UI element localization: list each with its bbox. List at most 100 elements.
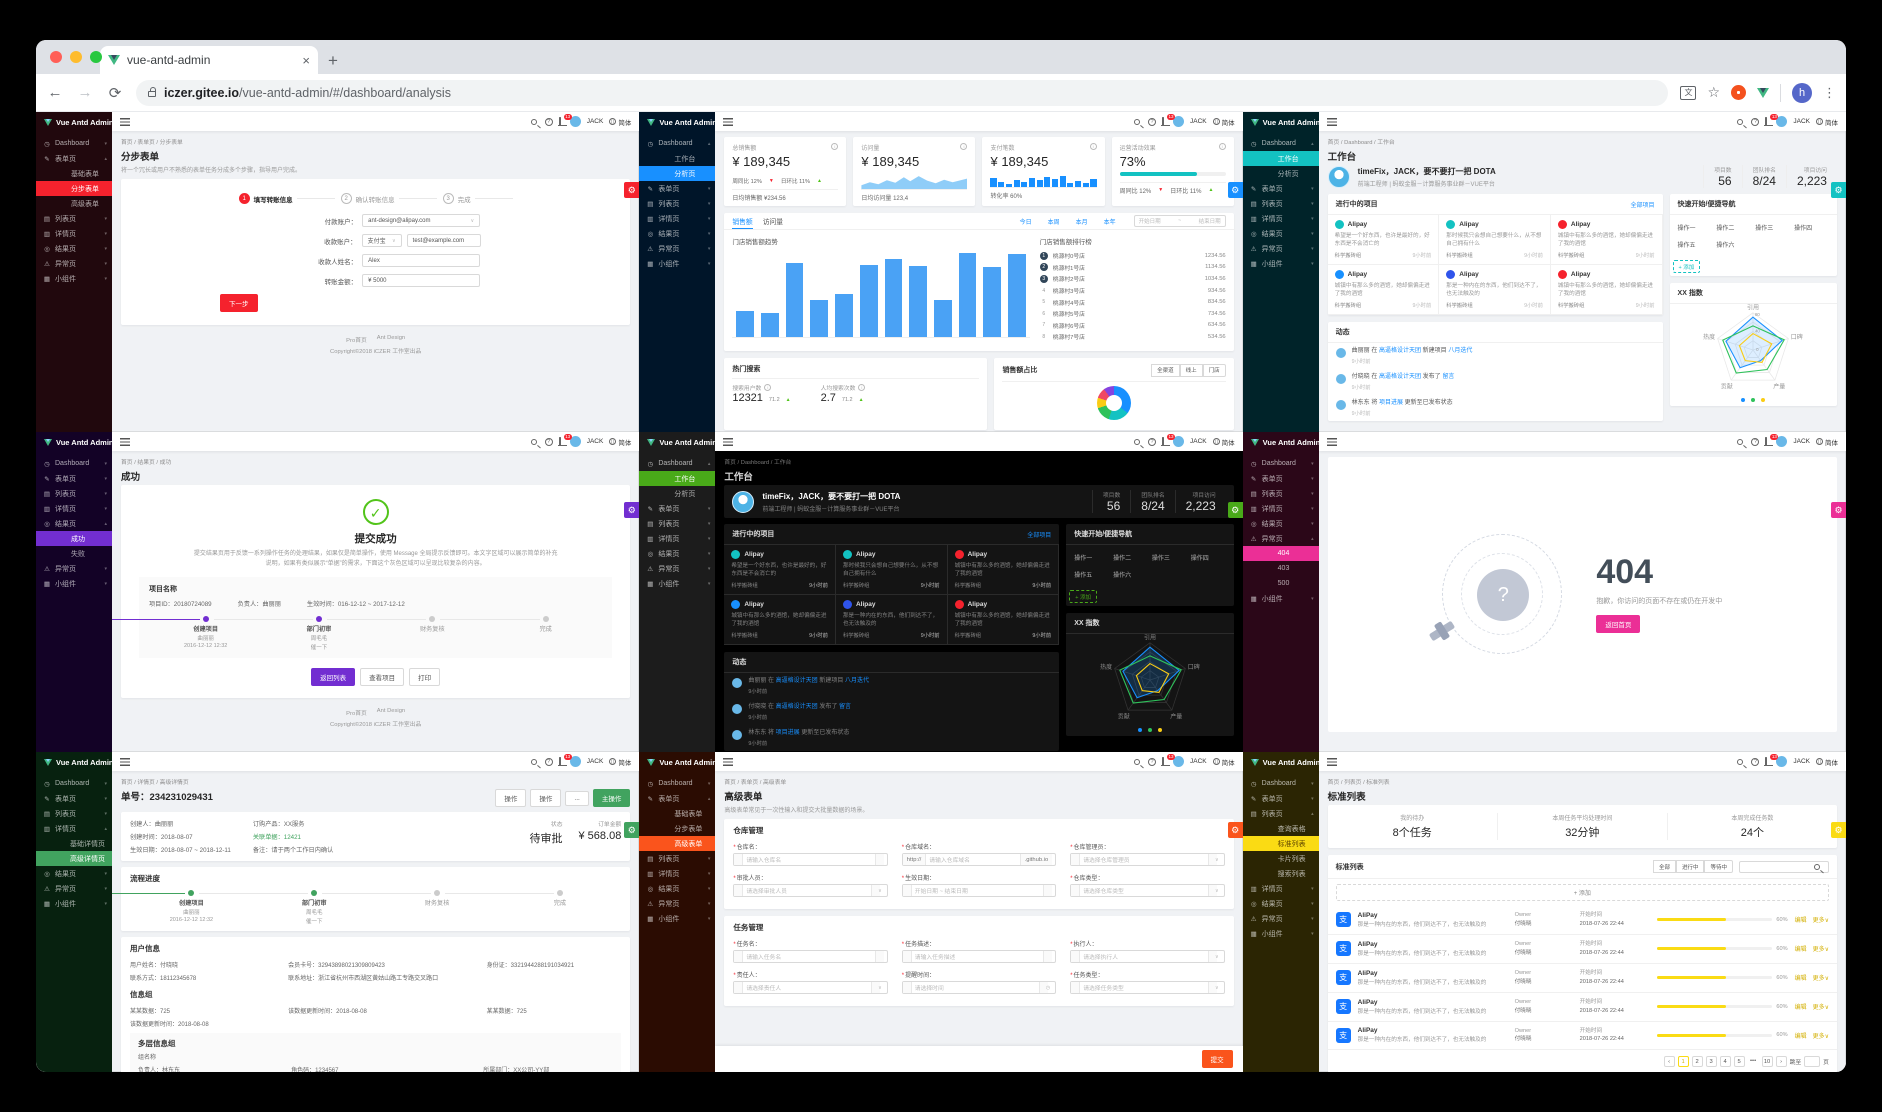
back-to-list-button[interactable]: 返回列表 — [311, 668, 356, 687]
user-avatar[interactable] — [1776, 756, 1788, 767]
close-tab-icon[interactable]: × — [302, 53, 310, 68]
user-avatar[interactable] — [1776, 116, 1788, 127]
window-controls[interactable] — [50, 51, 102, 63]
sidebar-menu-item[interactable]: ✎ 表单页 — [1243, 181, 1319, 196]
language-switch[interactable]: 简体 — [609, 437, 631, 447]
new-tab-button[interactable]: + — [328, 52, 338, 69]
sidebar-menu-item[interactable]: 高级表单 — [639, 836, 716, 851]
info-icon[interactable]: i — [960, 143, 968, 150]
help-icon[interactable]: ? — [544, 437, 553, 446]
username[interactable]: JACK — [1190, 118, 1207, 125]
language-switch[interactable]: 简体 — [1212, 117, 1235, 127]
step-detail[interactable]: 2016-12-12 12:32 — [149, 643, 262, 649]
sidebar-menu-item[interactable]: 基础详情页 — [36, 836, 112, 851]
language-switch[interactable]: 简体 — [1815, 437, 1838, 447]
sidebar-menu-item[interactable]: ✎ 表单页 — [1243, 471, 1319, 486]
project-team[interactable]: 科学搬砖组 — [955, 631, 982, 639]
add-nav-button[interactable]: + 添加 — [1672, 260, 1701, 273]
edit-link[interactable]: 编辑 — [1795, 915, 1807, 924]
more-link[interactable]: 更多∨ — [1813, 973, 1829, 982]
project-team[interactable]: 科学搬砖组 — [1335, 301, 1362, 309]
notifications-bell[interactable]: 13 — [1765, 754, 1779, 765]
filter-button[interactable]: 进行中 — [1675, 860, 1705, 873]
sidebar-menu-item[interactable]: ▦ 小组件 — [36, 271, 112, 286]
range-month[interactable]: 本月 — [1076, 217, 1088, 226]
jump-page-input[interactable] — [1804, 1056, 1821, 1068]
page-button[interactable]: 3 — [1705, 1056, 1717, 1068]
sidebar-menu-item[interactable]: ◷ Dashboard — [1243, 776, 1319, 791]
sidebar-menu-item[interactable]: ◷ Dashboard — [36, 776, 112, 791]
submit-button[interactable]: 提交 — [1201, 1050, 1233, 1068]
channel-button[interactable]: 线上 — [1179, 363, 1203, 377]
sidebar-menu-item[interactable]: ◷ Dashboard — [1243, 136, 1319, 151]
menu-trigger-icon[interactable] — [1326, 757, 1337, 766]
app-logo[interactable]: Vue Antd Admin — [1243, 752, 1320, 772]
activity-link[interactable]: 项目进展 — [1379, 400, 1403, 406]
theme-settings-gear-icon[interactable]: ⚙ — [624, 502, 640, 519]
project-team[interactable]: 科学搬砖组 — [843, 581, 870, 589]
tab-visits[interactable]: 访问量 — [763, 213, 783, 229]
sidebar-menu-item[interactable]: ⚠ 异常页 — [36, 561, 112, 576]
language-switch[interactable]: 简体 — [609, 117, 631, 127]
sidebar-menu-item[interactable]: 404 — [1242, 546, 1319, 561]
receiver-account-input[interactable]: test@example.com — [406, 234, 481, 247]
sidebar-menu-item[interactable]: ▤ 列表页 — [1243, 806, 1319, 821]
activity-link[interactable]: 高逼格设计天团 — [1379, 374, 1421, 380]
sidebar-menu-item[interactable]: ▦ 小组件 — [639, 911, 715, 926]
sidebar-menu-item[interactable]: ⚠ 异常页 — [1243, 911, 1319, 926]
sidebar-menu-item[interactable]: ▥ 详情页 — [639, 866, 715, 881]
menu-trigger-icon[interactable] — [120, 757, 130, 766]
search-icon[interactable] — [530, 438, 537, 445]
sidebar-menu-item[interactable]: ▦ 小组件 — [1243, 926, 1319, 941]
back-icon[interactable]: ← — [46, 84, 64, 101]
language-switch[interactable]: 简体 — [609, 757, 631, 767]
field-input[interactable]: 请输入任务描述 — [901, 950, 1057, 963]
activity-link[interactable]: 高逼格设计天团 — [1379, 348, 1421, 354]
item-title[interactable]: AliPay — [1358, 941, 1508, 948]
more-link[interactable]: 更多∨ — [1813, 944, 1829, 953]
sidebar-menu-item[interactable]: ▥ 详情页 — [1243, 501, 1319, 516]
language-switch[interactable]: 简体 — [1212, 437, 1235, 447]
info-icon[interactable]: i — [831, 143, 839, 150]
close-window-button[interactable] — [50, 51, 62, 63]
sidebar-menu-item[interactable]: ▤ 列表页 — [1243, 486, 1319, 501]
sidebar-menu-item[interactable]: 标准列表 — [1242, 836, 1319, 851]
app-logo[interactable]: Vue Antd Admin — [639, 752, 717, 772]
sidebar-menu-item[interactable]: ◷ Dashboard — [36, 456, 112, 471]
project-team[interactable]: 科学搬砖组 — [843, 631, 870, 639]
sidebar-menu-item[interactable]: ✎ 表单页 — [36, 471, 112, 486]
sidebar-menu-item[interactable]: ⚠ 异常页 — [639, 561, 715, 576]
url-text[interactable]: iczer.gitee.io/vue-antd-admin/#/dashboar… — [164, 86, 451, 100]
sidebar-menu-item[interactable]: 卡片列表 — [1243, 851, 1319, 866]
all-projects-link[interactable]: 全部项目 — [1027, 530, 1051, 539]
username[interactable]: JACK — [587, 758, 604, 765]
quick-op-link[interactable]: 操作六 — [1111, 566, 1150, 583]
sidebar-menu-item[interactable]: 工作台 — [1242, 151, 1319, 166]
field-input[interactable]: 开始日期 ~ 结束日期 — [901, 884, 1057, 897]
notifications-bell[interactable]: 13 — [1162, 754, 1176, 765]
sidebar-menu-item[interactable]: ✎ 表单页 — [639, 501, 715, 516]
sidebar-menu-item[interactable]: ◷ Dashboard — [639, 136, 715, 151]
theme-settings-gear-icon[interactable]: ⚙ — [1227, 822, 1243, 839]
view-project-button[interactable]: 查看项目 — [360, 668, 405, 687]
sidebar-menu-item[interactable]: ▤ 列表页 — [36, 806, 112, 821]
sidebar-menu-item[interactable]: 搜索列表 — [1243, 866, 1319, 881]
sidebar-menu-item[interactable]: ▦ 小组件 — [639, 256, 715, 271]
sidebar-menu-item[interactable]: ▤ 列表页 — [36, 211, 112, 226]
sidebar-menu-item[interactable]: 分步表单 — [36, 181, 112, 196]
edit-link[interactable]: 编辑 — [1795, 1031, 1807, 1040]
theme-settings-gear-icon[interactable]: ⚙ — [1227, 502, 1243, 519]
notifications-bell[interactable]: 13 — [558, 754, 572, 765]
page-button[interactable]: 4 — [1719, 1056, 1731, 1068]
sidebar-menu-item[interactable]: ▦ 小组件 — [1243, 256, 1319, 271]
help-icon[interactable]: ? — [1751, 117, 1760, 126]
project-tile[interactable]: Alipay 城镇中有那么多的酒馆，她却偏偏走进了我的酒馆 科学搬砖组 9小时前 — [724, 595, 836, 645]
activity-link[interactable]: 八月迭代 — [1448, 348, 1472, 354]
sidebar-menu-item[interactable]: ▦ 小组件 — [1243, 591, 1319, 606]
sidebar-menu-item[interactable]: ✎ 表单页 — [1243, 791, 1319, 806]
theme-settings-gear-icon[interactable]: ⚙ — [1830, 502, 1846, 519]
amount-input[interactable]: ¥ 5000 — [362, 274, 481, 287]
sidebar-menu-item[interactable]: 500 — [1243, 576, 1319, 591]
translate-icon[interactable]: 文 — [1680, 85, 1697, 100]
project-tile[interactable]: Alipay 希望是一个好东西，也许是最好的，好东西是不会消亡的 科学搬砖组 9小… — [1327, 215, 1440, 265]
